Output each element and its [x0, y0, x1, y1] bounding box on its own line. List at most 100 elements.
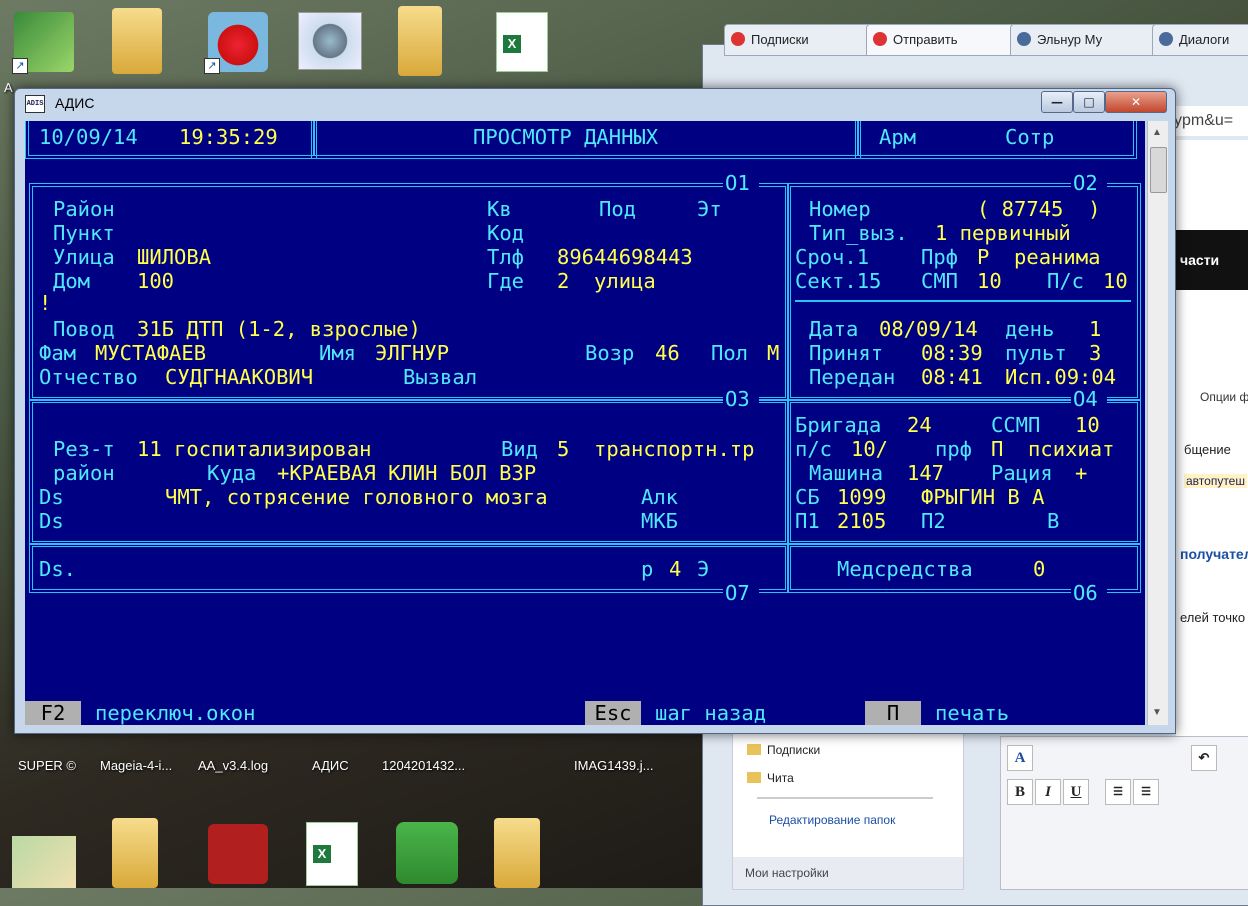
sekt-label: Сект.15: [795, 269, 882, 293]
imya-value: ЭЛГНУР: [375, 341, 450, 365]
my-settings-label[interactable]: Мои настройки: [745, 866, 829, 880]
f2-key[interactable]: F2: [25, 701, 81, 725]
green-app-icon[interactable]: [396, 822, 458, 884]
brigada-value: 24: [907, 413, 932, 437]
ds1-value: ЧМТ, сотрясение головного мозга: [165, 485, 548, 509]
den-label: день: [1005, 317, 1055, 341]
print-label[interactable]: печать: [935, 701, 1009, 725]
address-bar[interactable]: ypm&u=: [1170, 106, 1248, 136]
scroll-down-icon[interactable]: ▼: [1152, 707, 1162, 718]
desktop-label-super[interactable]: SUPER ©: [18, 758, 76, 773]
browser-sidebar: Подписки Чита Редактирование папок Мои н…: [732, 730, 964, 890]
fam-value: МУСТАФАЕВ: [95, 341, 207, 365]
vertical-scrollbar[interactable]: ▲ ▼: [1147, 121, 1168, 725]
panel-tag-o7: О7: [725, 581, 750, 605]
minimize-button[interactable]: —: [1041, 91, 1073, 113]
terminal-screen[interactable]: О1 О2 О3 О4 О7 О6 10/09/14 19:35:29 ПРОС…: [25, 121, 1145, 725]
browser-tab-2[interactable]: Отправить: [866, 24, 1030, 56]
ps2-label: п/с: [795, 437, 833, 461]
desktop-label-imag[interactable]: IMAG1439.j...: [574, 758, 653, 773]
ps2-value: 10/: [851, 437, 889, 461]
page-text[interactable]: части: [1180, 252, 1219, 268]
tip-value: 1 первичный: [935, 221, 1071, 245]
close-button[interactable]: ✕: [1105, 91, 1167, 113]
sidebar-folder-item[interactable]: Подписки: [747, 743, 820, 757]
italic-button[interactable]: I: [1035, 779, 1061, 805]
kuda-value: +КРАЕВАЯ КЛИН БОЛ ВЗР: [277, 461, 537, 485]
peredan-label: Передан: [809, 365, 896, 389]
otchestvo-label: Отчество: [39, 365, 138, 389]
p1-label: П1: [795, 509, 820, 533]
divider: [795, 300, 1131, 302]
povod-label: Повод: [53, 317, 115, 341]
underline-button[interactable]: U: [1063, 779, 1089, 805]
list-icon[interactable]: ☰: [1105, 779, 1131, 805]
excel-icon[interactable]: [306, 822, 358, 886]
browser-tab-1[interactable]: Подписки: [724, 24, 886, 56]
tab-favicon-icon: [873, 32, 887, 46]
undo-icon[interactable]: ↶: [1191, 745, 1217, 771]
tab-favicon-icon: [731, 32, 745, 46]
brigada-label: Бригада: [795, 413, 882, 437]
desktop-label-adis[interactable]: АДИС: [312, 758, 349, 773]
ulitsa-value: ШИЛОВА: [137, 245, 212, 269]
prf-label: Прф: [921, 245, 959, 269]
alk-label: Алк: [641, 485, 679, 509]
divider: [757, 797, 933, 799]
adis-window[interactable]: ADIS АДИС — □ ✕ О1 О2 О3 О4 О7 О6 10/09/…: [14, 88, 1176, 734]
vid-label: Вид: [501, 437, 539, 461]
ds-dot-label: Ds.: [39, 557, 77, 581]
autocad-icon[interactable]: [208, 824, 268, 884]
folder-icon[interactable]: [398, 6, 442, 76]
shortcut-arrow-icon: ↗: [12, 58, 28, 74]
app-icon: ADIS: [25, 95, 45, 113]
ssmp-label: ССМП: [991, 413, 1041, 437]
panel-tag-o3: О3: [725, 387, 750, 411]
sidebar-folder-item[interactable]: Чита: [747, 771, 794, 785]
browser-tab-3[interactable]: Эльнур Му: [1010, 24, 1172, 56]
page-text[interactable]: автопутеш: [1184, 474, 1247, 488]
list-icon[interactable]: ☰: [1133, 779, 1159, 805]
font-color-icon[interactable]: A: [1007, 745, 1033, 771]
browser-tab-4[interactable]: Диалоги: [1152, 24, 1248, 56]
tab-favicon-icon: [1159, 32, 1173, 46]
prf2-value: П психиат: [991, 437, 1115, 461]
scroll-thumb[interactable]: [1150, 147, 1167, 193]
pol-label: Пол: [711, 341, 749, 365]
desktop-label-mageia[interactable]: Mageia-4-i...: [100, 758, 172, 773]
esc-key[interactable]: Esc: [585, 701, 641, 725]
settings-icon[interactable]: [298, 12, 362, 70]
bold-button[interactable]: B: [1007, 779, 1033, 805]
e-label: Э: [697, 557, 710, 581]
folder-icon[interactable]: [112, 818, 158, 888]
otchestvo-value: СУДГНААКОВИЧ: [165, 365, 314, 389]
folder-icon[interactable]: [494, 818, 540, 888]
edit-folders-link[interactable]: Редактирование папок: [769, 813, 895, 827]
scroll-up-icon[interactable]: ▲: [1152, 127, 1162, 138]
maximize-button[interactable]: □: [1073, 91, 1105, 113]
browser-tab-label: Отправить: [893, 32, 958, 47]
prinyat-label: Принят: [809, 341, 884, 365]
p1-value: 2105: [837, 509, 887, 533]
header-time: 19:35:29: [179, 125, 278, 149]
page-text[interactable]: получател: [1180, 546, 1248, 562]
esc-label[interactable]: шаг назад: [655, 701, 766, 725]
pult-value: 3: [1089, 341, 1102, 365]
map-icon[interactable]: [12, 836, 76, 888]
sidebar-header: Мои настройки: [733, 857, 963, 889]
page-text[interactable]: Опции ф: [1200, 390, 1248, 404]
punkt-label: Пункт: [53, 221, 115, 245]
pod-label: Под: [599, 197, 637, 221]
page-title: ПРОСМОТР ДАННЫХ: [473, 125, 659, 149]
smp-value: 10: [977, 269, 1002, 293]
et-label: Эт: [697, 197, 722, 221]
excel-icon[interactable]: [496, 12, 548, 72]
folder-icon[interactable]: [112, 8, 162, 74]
f2-label[interactable]: переключ.окон: [95, 701, 255, 725]
window-titlebar[interactable]: ADIS АДИС — □ ✕: [15, 89, 1175, 119]
desktop-label-aa-log[interactable]: AA_v3.4.log: [198, 758, 268, 773]
print-key[interactable]: П: [865, 701, 921, 725]
desktop-label-1204[interactable]: 1204201432...: [382, 758, 465, 773]
mkb-label: МКБ: [641, 509, 679, 533]
shortcut-arrow-icon: ↗: [204, 58, 220, 74]
